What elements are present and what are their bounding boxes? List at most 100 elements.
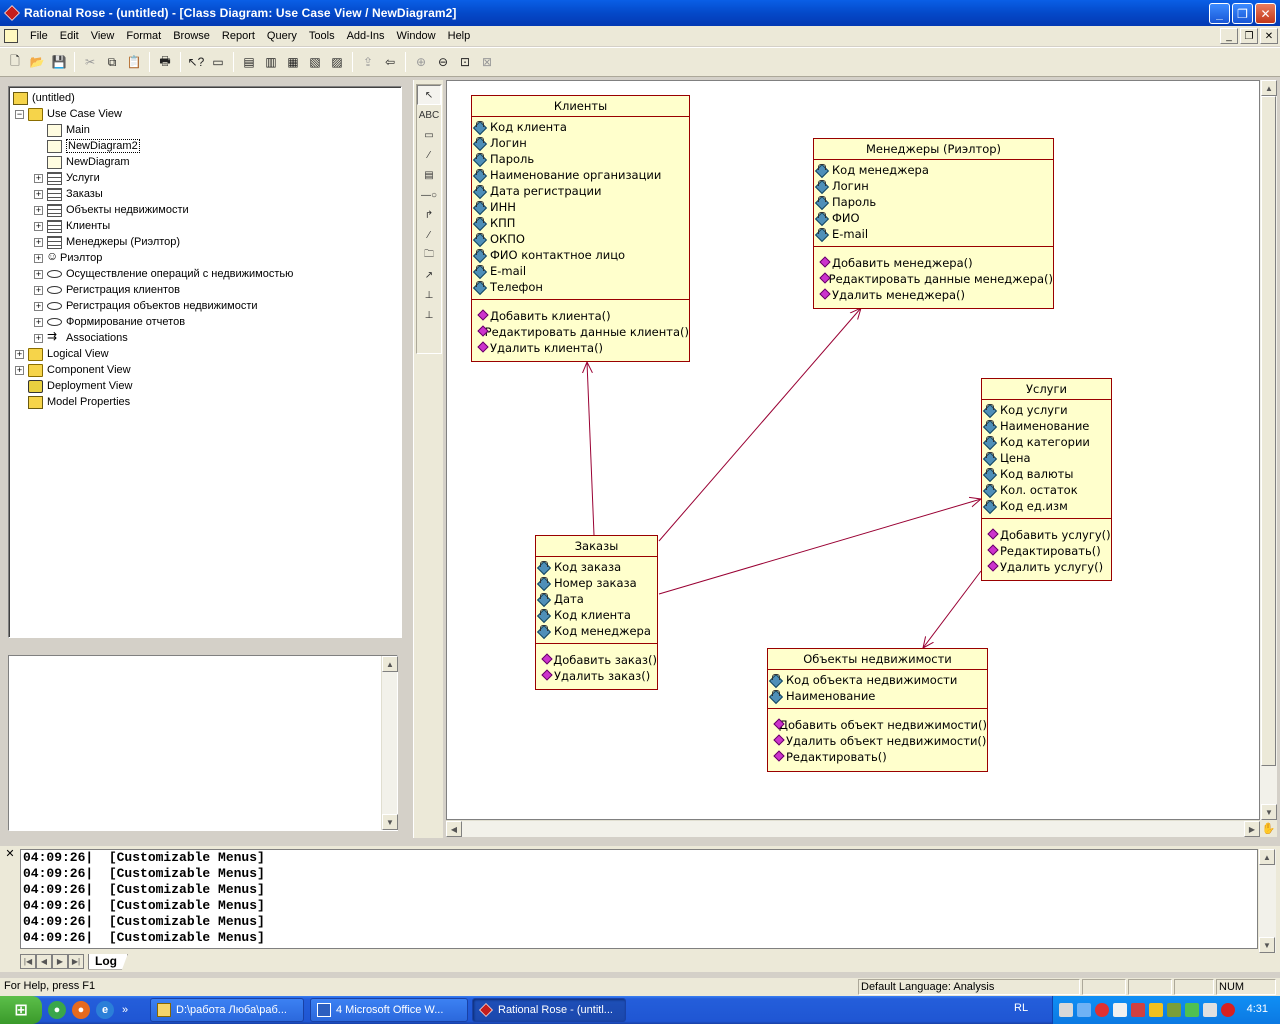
paste-icon[interactable]: 📋 <box>123 51 145 73</box>
nvidia-icon[interactable] <box>1167 1003 1181 1017</box>
next-tab-icon[interactable]: ▶ <box>52 954 68 969</box>
view-doc-icon[interactable]: ▭ <box>207 51 229 73</box>
usb-icon[interactable] <box>1185 1003 1199 1017</box>
tree-item[interactable]: + Associations <box>34 329 128 346</box>
network-icon[interactable] <box>1059 1003 1073 1017</box>
expand-icon[interactable]: + <box>34 333 43 343</box>
browse-component-diagram-icon[interactable]: ▦ <box>282 51 304 73</box>
class-operation[interactable]: Удалить клиента() <box>475 340 689 356</box>
language-indicator[interactable]: RL <box>1014 1002 1028 1014</box>
text-box-tool-icon[interactable]: ABC <box>417 105 441 125</box>
start-button[interactable]: ⊞ <box>0 996 42 1024</box>
tree-item[interactable]: + Осуществление операций с недвижимостью <box>34 266 293 282</box>
realize-tool-icon[interactable]: ⊥ <box>417 305 441 325</box>
class-attribute[interactable]: КПП <box>475 215 689 231</box>
class-operation[interactable]: Добавить услугу() <box>985 527 1111 543</box>
chrome-icon[interactable]: ● <box>48 1001 66 1019</box>
collapse-icon[interactable]: − <box>15 109 24 119</box>
class-tool-icon[interactable]: ▤ <box>417 165 441 185</box>
tree-item[interactable]: + Услуги <box>34 170 100 186</box>
tree-item[interactable]: Deployment View <box>15 378 132 394</box>
menu-query[interactable]: Query <box>261 26 303 46</box>
class-attribute[interactable]: E-mail <box>817 226 1053 242</box>
new-icon[interactable]: 🗋 <box>4 51 26 73</box>
class-attribute[interactable]: Код категории <box>985 434 1111 450</box>
class-attribute[interactable]: Кол. остаток <box>985 482 1111 498</box>
menu-format[interactable]: Format <box>120 26 167 46</box>
scroll-right-arrow-icon[interactable]: ▶ <box>1244 821 1260 837</box>
minimize-button[interactable]: _ <box>1209 3 1230 24</box>
class-operation[interactable]: Добавить заказ() <box>539 652 657 668</box>
last-tab-icon[interactable]: ▶| <box>68 954 84 969</box>
tree-root[interactable]: (untitled) <box>13 90 75 106</box>
diagram-canvas[interactable]: Клиенты Код клиента Логин Пароль Наименовани… <box>446 80 1260 820</box>
antivirus-icon[interactable] <box>1131 1003 1145 1017</box>
log-scrollbar[interactable]: ▲ ▼ <box>1259 849 1276 953</box>
zoom-in-icon[interactable]: ⊕ <box>410 51 432 73</box>
note-tool-icon[interactable]: ▭ <box>417 125 441 145</box>
save-icon[interactable]: 💾 <box>48 51 70 73</box>
safely-remove-icon[interactable] <box>1203 1003 1217 1017</box>
firefox-icon[interactable]: ● <box>72 1001 90 1019</box>
tree-item[interactable]: + Заказы <box>34 186 103 202</box>
tree-item[interactable]: NewDiagram <box>34 154 130 170</box>
log-body[interactable]: 04:09:26| [Customizable Menus] 04:09:26|… <box>20 849 1258 949</box>
class-attribute[interactable]: Пароль <box>817 194 1053 210</box>
open-icon[interactable]: 📂 <box>26 51 48 73</box>
expand-icon[interactable]: + <box>34 253 43 263</box>
prev-tab-icon[interactable]: ◀ <box>36 954 52 969</box>
class-operation[interactable]: Удалить менеджера() <box>817 287 1053 303</box>
browse-state-diagram-icon[interactable]: ▧ <box>304 51 326 73</box>
class-operation[interactable]: Добавить менеджера() <box>817 255 1053 271</box>
class-services[interactable]: Услуги Код услуги Наименование Код категори… <box>981 378 1112 581</box>
class-attribute[interactable]: Логин <box>475 135 689 151</box>
scroll-down-arrow-icon[interactable]: ▼ <box>1261 804 1277 820</box>
association-services-realty[interactable] <box>923 570 982 648</box>
tree-item[interactable]: + Риэлтор <box>34 249 102 266</box>
menu-add-ins[interactable]: Add-Ins <box>341 26 391 46</box>
expand-icon[interactable]: + <box>34 173 43 183</box>
menu-view[interactable]: View <box>85 26 121 46</box>
scroll-up-arrow-icon[interactable]: ▲ <box>1259 849 1275 865</box>
scroll-left-arrow-icon[interactable]: ◀ <box>446 821 462 837</box>
expand-icon[interactable]: + <box>15 349 24 359</box>
class-attribute[interactable]: Код валюты <box>985 466 1111 482</box>
first-tab-icon[interactable]: |◀ <box>20 954 36 969</box>
class-operation[interactable]: Удалить заказ() <box>539 668 657 684</box>
class-attribute[interactable]: Код объекта недвижимости <box>771 672 987 688</box>
context-help-icon[interactable]: ↖? <box>185 51 207 73</box>
fit-in-window-icon[interactable]: ⊡ <box>454 51 476 73</box>
association-orders-clients[interactable] <box>587 362 595 536</box>
class-orders[interactable]: Заказы Код заказа Номер заказа Дата Код клие… <box>535 535 658 690</box>
class-realty[interactable]: Объекты недвижимости Код объекта недвижим… <box>767 648 988 772</box>
copy-icon[interactable]: ⧉ <box>101 51 123 73</box>
class-attribute[interactable]: Цена <box>985 450 1111 466</box>
class-attribute[interactable]: Номер заказа <box>539 575 657 591</box>
menu-window[interactable]: Window <box>391 26 442 46</box>
expand-icon[interactable]: + <box>34 269 43 279</box>
menu-file[interactable]: File <box>24 26 54 46</box>
print-icon[interactable]: 🖶 <box>154 51 176 73</box>
class-attribute[interactable]: Дата <box>539 591 657 607</box>
class-operation[interactable]: Удалить услугу() <box>985 559 1111 575</box>
pan-hand-icon[interactable]: ✋ <box>1260 820 1277 837</box>
task-rational-rose[interactable]: Rational Rose - (untitl... <box>472 998 626 1022</box>
opera-icon[interactable] <box>1095 1003 1109 1017</box>
browse-class-diagram-icon[interactable]: ▤ <box>238 51 260 73</box>
scroll-up-arrow-icon[interactable]: ▲ <box>382 656 398 672</box>
class-attribute[interactable]: Код менеджера <box>539 623 657 639</box>
menu-tools[interactable]: Tools <box>303 26 341 46</box>
class-operation[interactable]: Редактировать() <box>771 749 987 765</box>
class-attribute[interactable]: ФИО контактное лицо <box>475 247 689 263</box>
class-attribute[interactable]: ФИО <box>817 210 1053 226</box>
mdi-minimize-button[interactable]: _ <box>1220 28 1238 44</box>
scroll-down-arrow-icon[interactable]: ▼ <box>1259 937 1275 953</box>
canvas-horizontal-scrollbar[interactable]: ◀ ▶ <box>446 820 1260 837</box>
class-operation[interactable]: Удалить объект недвижимости() <box>771 733 987 749</box>
task-word[interactable]: 4 Microsoft Office W... <box>310 998 468 1022</box>
quick-launch-more-icon[interactable]: » <box>122 1004 128 1016</box>
document-icon[interactable] <box>4 29 18 43</box>
tab-log[interactable]: Log <box>88 953 128 970</box>
cut-icon[interactable]: ✂ <box>79 51 101 73</box>
class-clients[interactable]: Клиенты Код клиента Логин Пароль Наименовани… <box>471 95 690 362</box>
